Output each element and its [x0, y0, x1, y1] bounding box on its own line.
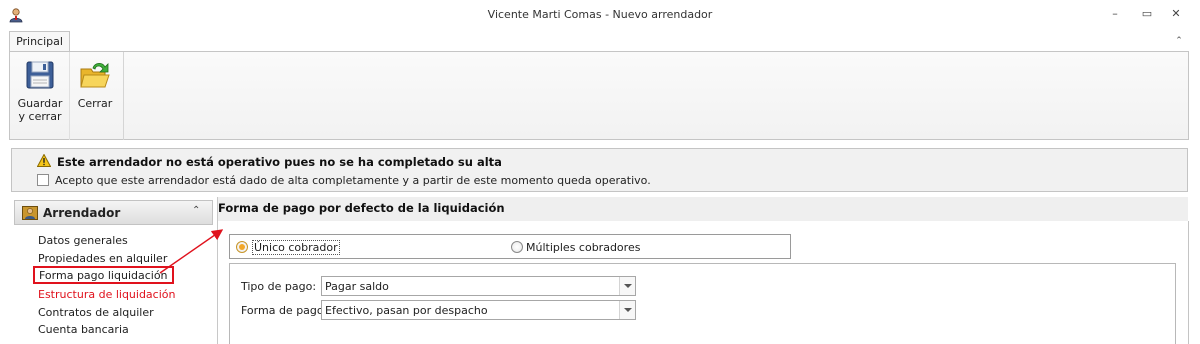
main-right-border [1188, 221, 1189, 344]
nav-item-contratos[interactable]: Contratos de alquiler [38, 306, 154, 319]
ribbon-tab-strip: Principal ⌃ [0, 30, 1200, 53]
save-label-line2: y cerrar [18, 110, 62, 123]
payment-type-select[interactable]: Pagar saldo [321, 276, 636, 296]
operational-checkbox-label[interactable]: Acepto que este arrendador está dado de … [55, 174, 651, 187]
nav-item-propiedades[interactable]: Propiedades en alquiler [38, 252, 167, 265]
payment-method-value: Efectivo, pasan por despacho [325, 304, 488, 317]
tab-principal[interactable]: Principal [9, 31, 70, 53]
payment-method-select[interactable]: Efectivo, pasan por despacho [321, 300, 636, 320]
multiple-collectors-label[interactable]: Múltiples cobradores [526, 241, 640, 254]
window-title: Vicente Marti Comas - Nuevo arrendador [487, 8, 713, 21]
maximize-button[interactable]: ▭ [1138, 6, 1156, 22]
save-and-close-button[interactable]: Guardar y cerrar [14, 56, 66, 123]
open-folder-arrow-icon [80, 62, 110, 88]
floppy-disk-icon [26, 61, 54, 89]
section-header: Forma de pago por defecto de la liquidac… [218, 197, 1188, 221]
chevron-up-icon[interactable]: ⌃ [192, 205, 200, 216]
nav-group-label: Arrendador [43, 206, 121, 220]
nav-item-datos-generales[interactable]: Datos generales [38, 234, 128, 247]
ribbon: Guardar y cerrar Cerrar [9, 51, 1189, 140]
landlord-icon [22, 206, 38, 220]
operational-notice: Este arrendador no está operativo pues n… [11, 148, 1188, 192]
collapse-ribbon-icon[interactable]: ⌃ [1172, 34, 1186, 48]
ribbon-group-separator [123, 52, 124, 140]
collector-mode-group: Único cobrador Múltiples cobradores [229, 234, 791, 259]
gap-strip [0, 140, 1200, 146]
close-button[interactable]: Cerrar [72, 56, 118, 110]
payment-fields-group: Tipo de pago: Pagar saldo Forma de pago:… [229, 263, 1176, 344]
save-label-line1: Guardar [17, 97, 63, 110]
close-window-button[interactable]: ✕ [1167, 6, 1185, 22]
nav-group-arrendador[interactable]: Arrendador ⌃ [14, 200, 213, 225]
warning-icon [37, 154, 51, 167]
section-title: Forma de pago por defecto de la liquidac… [218, 201, 505, 215]
close-label: Cerrar [77, 97, 113, 110]
dropdown-arrow-icon[interactable] [619, 277, 635, 295]
notice-title: Este arrendador no está operativo pues n… [57, 155, 502, 169]
payment-type-label: Tipo de pago: [241, 280, 317, 293]
sidebar: Arrendador ⌃ Datos generales Propiedades… [11, 197, 217, 344]
minimize-button[interactable]: – [1106, 6, 1124, 22]
multiple-collectors-radio[interactable] [511, 241, 523, 253]
dropdown-arrow-icon[interactable] [619, 301, 635, 319]
title-bar: Vicente Marti Comas - Nuevo arrendador –… [0, 0, 1200, 30]
nav-item-cuenta-bancaria[interactable]: Cuenta bancaria [38, 323, 129, 336]
single-collector-radio[interactable] [236, 241, 248, 253]
single-collector-label[interactable]: Único cobrador [252, 240, 340, 255]
operational-checkbox[interactable] [37, 174, 49, 186]
ribbon-divider [69, 52, 70, 140]
payment-type-value: Pagar saldo [325, 280, 389, 293]
nav-item-forma-pago[interactable]: Forma pago liquidación [33, 266, 174, 284]
payment-method-label: Forma de pago: [241, 304, 328, 317]
nav-item-estructura[interactable]: Estructura de liquidación [38, 288, 175, 301]
